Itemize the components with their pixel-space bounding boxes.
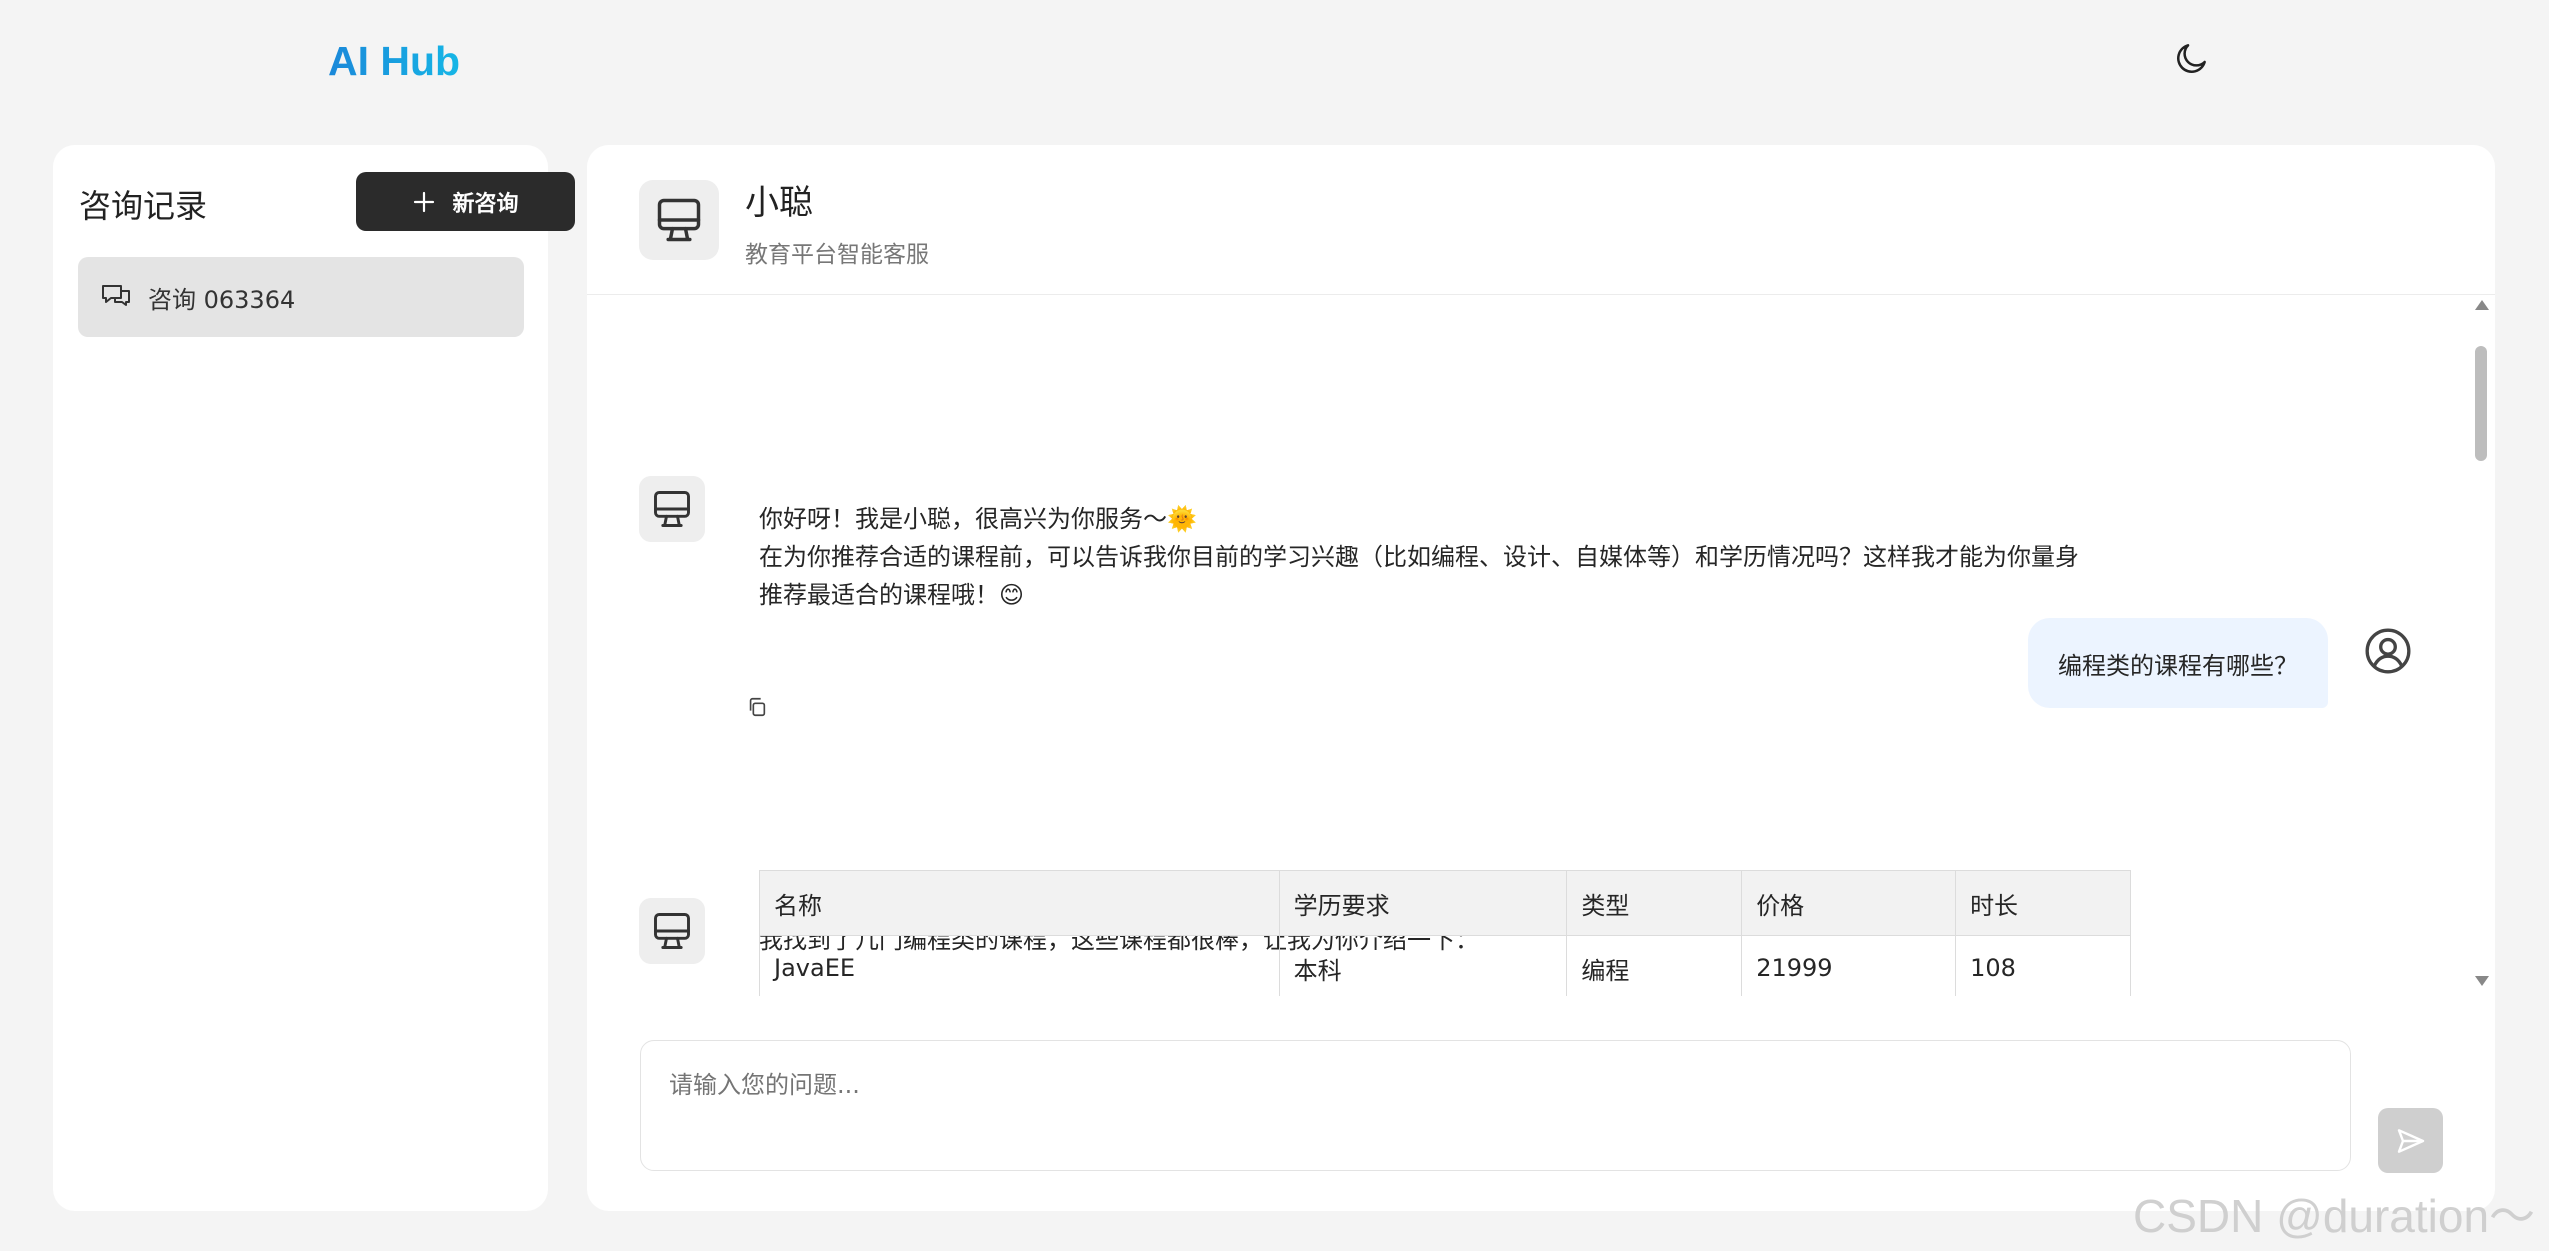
chat-header: 小聪 教育平台智能客服 [587, 145, 2495, 295]
monitor-icon [654, 491, 690, 527]
table-cell: JavaEE [759, 935, 1280, 996]
assistant-avatar [639, 898, 705, 964]
table-header-cell: 时长 [1955, 870, 2131, 936]
user-message: 编程类的课程有哪些？ [2058, 651, 2298, 680]
table-row: JavaEE 本科 编程 21999 108 [759, 935, 2131, 996]
watermark: CSDN @duration～ [2133, 1190, 2536, 1242]
course-table: 名称 学历要求 类型 价格 时长 JavaEE 本科 编程 21999 108 [759, 870, 2131, 996]
table-cell: 108 [1955, 935, 2131, 996]
message-list[interactable]: 你好呀！我是小聪，很高兴为你服务〜🌞 在为你推荐合适的课程前，可以告诉我你目前的… [587, 296, 2495, 996]
assistant-avatar [639, 476, 705, 542]
assistant-subtitle: 教育平台智能客服 [745, 242, 929, 268]
sidebar-item-label: 咨询 063364 [148, 285, 296, 314]
assistant-avatar [639, 180, 719, 260]
send-button[interactable] [2378, 1108, 2443, 1173]
monitor-icon [657, 198, 701, 242]
table-cell: 编程 [1566, 935, 1743, 996]
question-input[interactable] [640, 1040, 2351, 1171]
sidebar-item-consultation[interactable]: 咨询 063364 [78, 257, 524, 337]
monitor-icon [654, 913, 690, 949]
sidebar: 咨询记录 新咨询 咨询 063364 [53, 145, 575, 1211]
scrollbar-thumb[interactable] [2475, 346, 2487, 461]
table-header-cell: 名称 [759, 870, 1280, 936]
assistant-name: 小聪 [745, 183, 813, 223]
user-avatar-icon [2365, 628, 2411, 674]
top-bar: AI Hub [0, 0, 2549, 130]
sidebar-title: 咨询记录 [79, 187, 208, 225]
send-icon [2397, 1128, 2424, 1153]
table-cell: 本科 [1278, 935, 1568, 996]
table-header-cell: 类型 [1566, 870, 1743, 936]
user-message-bubble: 编程类的课程有哪些？ [2028, 618, 2328, 708]
table-cell: 21999 [1741, 935, 1957, 996]
app-logo[interactable]: AI Hub [328, 38, 460, 85]
chat-panel: 小聪 教育平台智能客服 你好呀！我是小聪，很高兴为你服务〜🌞 在为你推荐合适的课… [587, 145, 2495, 1211]
table-header-row: 名称 学历要求 类型 价格 时长 [759, 870, 2131, 936]
scroll-down-arrow-icon[interactable] [2475, 976, 2489, 986]
table-header-cell: 学历要求 [1278, 870, 1568, 936]
scroll-up-arrow-icon[interactable] [2475, 300, 2489, 310]
theme-toggle-button[interactable] [2172, 38, 2212, 78]
chat-bubbles-icon [102, 285, 130, 306]
copy-icon[interactable] [746, 696, 768, 718]
scrollbar[interactable] [2467, 296, 2495, 996]
table-header-cell: 价格 [1741, 870, 1957, 936]
new-consultation-label: 新咨询 [452, 191, 519, 217]
plus-icon [414, 191, 435, 212]
moon-icon [2177, 44, 2206, 73]
assistant-message: 你好呀！我是小聪，很高兴为你服务〜🌞 在为你推荐合适的课程前，可以告诉我你目前的… [759, 505, 2079, 609]
new-consultation-button[interactable]: 新咨询 [356, 172, 575, 231]
